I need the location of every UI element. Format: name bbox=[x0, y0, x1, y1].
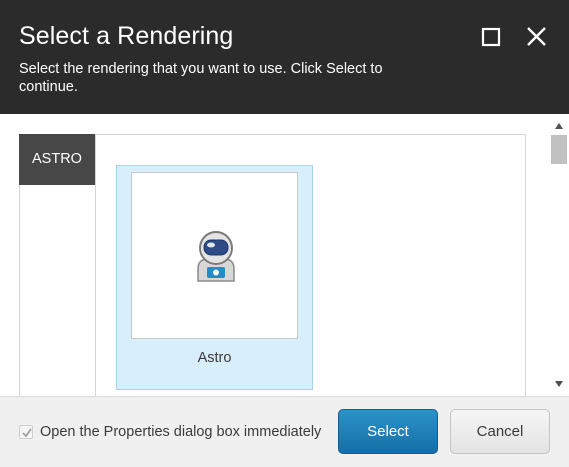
dialog-content: ASTRO Astro bbox=[0, 114, 569, 396]
open-properties-label: Open the Properties dialog box immediate… bbox=[40, 424, 322, 440]
close-icon bbox=[527, 27, 546, 46]
rendering-thumbnail bbox=[131, 172, 298, 339]
scroll-up-icon[interactable] bbox=[554, 121, 564, 131]
maximize-button[interactable] bbox=[479, 24, 505, 50]
vertical-scrollbar[interactable] bbox=[549, 114, 569, 396]
open-properties-checkbox[interactable] bbox=[19, 425, 33, 439]
rendering-tile-astro[interactable]: Astro bbox=[116, 165, 313, 390]
rendering-tile-label: Astro bbox=[197, 350, 232, 366]
checkmark-icon bbox=[22, 428, 32, 438]
scroll-down-icon[interactable] bbox=[554, 379, 564, 389]
dialog-subtitle: Select the rendering that you want to us… bbox=[19, 61, 383, 95]
dialog-footer: Open the Properties dialog box immediate… bbox=[0, 396, 569, 467]
renderings-list: Astro bbox=[95, 134, 526, 396]
dialog-header: Select a Rendering Select the rendering … bbox=[0, 0, 569, 114]
maximize-icon bbox=[481, 27, 501, 47]
close-button[interactable] bbox=[524, 24, 550, 50]
cancel-button[interactable]: Cancel bbox=[450, 409, 550, 454]
astronaut-icon bbox=[197, 231, 235, 282]
category-tab-astro[interactable]: ASTRO bbox=[19, 134, 95, 185]
select-button[interactable]: Select bbox=[338, 409, 438, 454]
dialog-title: Select a Rendering bbox=[19, 22, 234, 50]
scrollbar-thumb[interactable] bbox=[551, 135, 567, 164]
